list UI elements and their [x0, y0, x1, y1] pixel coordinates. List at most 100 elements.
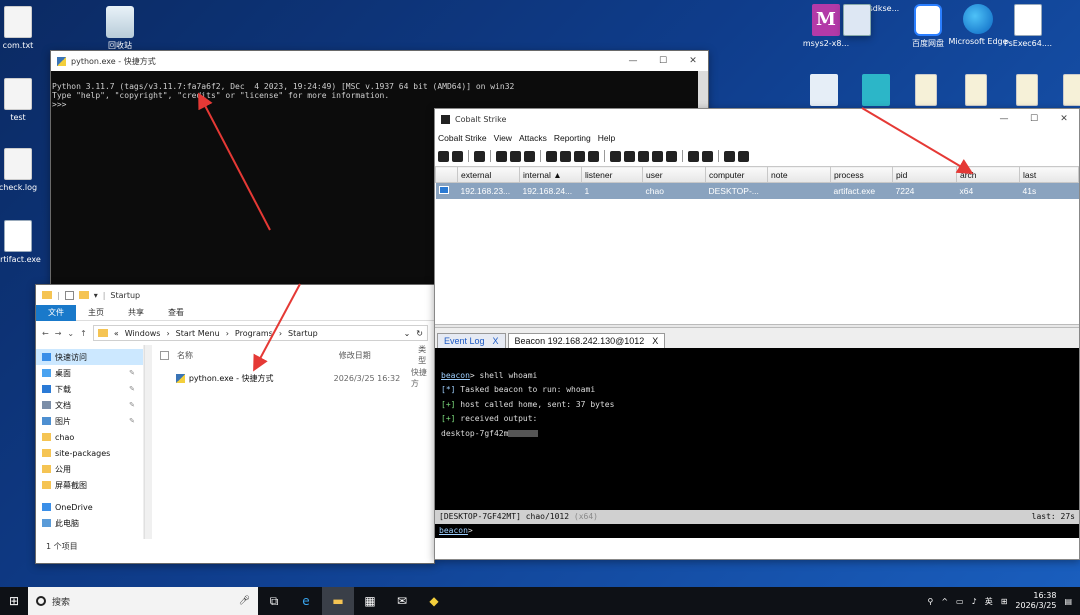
- breadcrumb-programs[interactable]: Programs: [235, 329, 273, 338]
- navigation-pane[interactable]: 快速访问 桌面 ✎ 下载 ✎ 文档 ✎ 图片 ✎ chao site-packages 公用 屏幕截图 O…: [36, 345, 144, 539]
- nav-item[interactable]: OneDrive: [36, 499, 143, 515]
- column-type[interactable]: 类型: [418, 344, 434, 366]
- battery-icon[interactable]: ▭: [956, 597, 964, 606]
- column-user[interactable]: user: [642, 166, 706, 183]
- nav-item[interactable]: site-packages: [36, 445, 143, 461]
- address-bar[interactable]: « Windows › Start Menu › Programs › Star…: [92, 325, 428, 341]
- target-icon[interactable]: [524, 150, 535, 162]
- chevron-up-icon[interactable]: ^: [941, 597, 948, 606]
- menu-reporting[interactable]: Reporting: [554, 133, 591, 143]
- tab-view[interactable]: 查看: [156, 305, 196, 321]
- nav-item[interactable]: 文档 ✎: [36, 397, 143, 413]
- column-note[interactable]: note: [767, 166, 831, 183]
- people-icon[interactable]: ⚲: [927, 597, 933, 606]
- cs-titlebar[interactable]: Cobalt Strike — ☐ ✕: [435, 109, 1079, 129]
- breadcrumb-startup[interactable]: Startup: [288, 329, 318, 338]
- tab-share[interactable]: 共享: [116, 305, 156, 321]
- nav-item[interactable]: 桌面 ✎: [36, 365, 143, 381]
- menu-cobalt-strike[interactable]: Cobalt Strike: [438, 133, 487, 143]
- session-table-icon[interactable]: [510, 150, 521, 162]
- nav-item[interactable]: 下载 ✎: [36, 381, 143, 397]
- desktop-icon-recycle-bin[interactable]: 回收站: [86, 6, 154, 51]
- edge-taskbar-icon[interactable]: e: [290, 587, 322, 615]
- chevron-down-icon[interactable]: ⌄: [404, 329, 411, 338]
- pivot-graph-icon[interactable]: [496, 150, 507, 162]
- mail-taskbar-icon[interactable]: ✉: [386, 587, 418, 615]
- notification-icon[interactable]: ▤: [1064, 597, 1072, 606]
- refresh-icon[interactable]: ↻: [416, 329, 423, 338]
- file-row[interactable]: python.exe - 快捷方式 2026/3/25 16:32 快捷方: [152, 368, 434, 388]
- pin-icon[interactable]: ✎: [129, 369, 135, 377]
- close-button[interactable]: ✕: [1049, 114, 1079, 124]
- column-process[interactable]: process: [830, 166, 893, 183]
- nav-item[interactable]: 此电脑: [36, 515, 143, 531]
- maximize-button[interactable]: ☐: [648, 56, 678, 66]
- column-computer[interactable]: computer: [705, 166, 768, 183]
- column-listener[interactable]: listener: [581, 166, 643, 183]
- close-tab-button[interactable]: X: [493, 336, 499, 346]
- beacon-input[interactable]: beacon>: [435, 524, 1079, 538]
- nav-item[interactable]: 图片 ✎: [36, 413, 143, 429]
- cobalt-strike-window[interactable]: Cobalt Strike — ☐ ✕ Cobalt Strike View A…: [434, 108, 1080, 560]
- desktop-icon-com-txt[interactable]: com.txt: [0, 6, 52, 51]
- nav-item[interactable]: 公用: [36, 461, 143, 477]
- add-icon[interactable]: [438, 150, 449, 162]
- credentials-icon[interactable]: [546, 150, 557, 162]
- file-explorer-taskbar-icon[interactable]: ▬: [322, 587, 354, 615]
- beacon-row[interactable]: 192.168.23... 192.168.24... 1 chao DESKT…: [435, 182, 1079, 199]
- pin-icon[interactable]: ✎: [129, 417, 135, 425]
- screenshot-icon[interactable]: [588, 150, 599, 162]
- close-tab-button[interactable]: X: [652, 336, 658, 346]
- key-icon[interactable]: [574, 150, 585, 162]
- beacon-table-area[interactable]: external internal ▲ listener user comput…: [435, 166, 1079, 324]
- column-last[interactable]: last: [1019, 166, 1079, 183]
- column-external[interactable]: external: [457, 166, 520, 183]
- column-name[interactable]: 名称: [177, 350, 339, 361]
- select-all-checkbox[interactable]: [160, 350, 169, 360]
- minimize-button[interactable]: —: [618, 56, 648, 66]
- beacon-console[interactable]: beacon> shell whoami [*] Tasked beacon to…: [435, 348, 1079, 510]
- cube-icon[interactable]: [738, 150, 749, 162]
- tab-home[interactable]: 主页: [76, 305, 116, 321]
- ime-grid-icon[interactable]: ⊞: [1001, 597, 1008, 606]
- column-internal[interactable]: internal ▲: [519, 166, 582, 183]
- chevron-down-icon[interactable]: ⌄: [67, 329, 74, 338]
- chevron-down-icon[interactable]: ▾: [94, 291, 98, 300]
- maximize-button[interactable]: ☐: [1019, 114, 1049, 124]
- ime-indicator[interactable]: 英: [985, 596, 993, 607]
- microphone-icon[interactable]: 🎤︎: [239, 596, 250, 606]
- minimize-button[interactable]: —: [989, 114, 1019, 124]
- python-titlebar[interactable]: python.exe - 快捷方式 — ☐ ✕: [51, 51, 708, 71]
- nav-item[interactable]: chao: [36, 429, 143, 445]
- book-icon[interactable]: [724, 150, 735, 162]
- gear-icon[interactable]: [610, 150, 621, 162]
- coffee-icon[interactable]: [638, 150, 649, 162]
- script-icon[interactable]: [652, 150, 663, 162]
- desktop-icon-psexec[interactable]: PsExec64....: [994, 4, 1062, 49]
- link-icon[interactable]: [688, 150, 699, 162]
- tab-file[interactable]: 文件: [36, 304, 76, 321]
- start-button[interactable]: ⊞: [0, 594, 28, 608]
- column-pid[interactable]: pid: [892, 166, 957, 183]
- nav-item[interactable]: 屏幕截图: [36, 477, 143, 493]
- remove-icon[interactable]: [452, 150, 463, 162]
- download-icon[interactable]: [560, 150, 571, 162]
- python-taskbar-icon[interactable]: ◆: [418, 587, 450, 615]
- file-list[interactable]: 名称 修改日期 类型 python.exe - 快捷方式 2026/3/25 1…: [152, 345, 434, 539]
- cloud-icon[interactable]: [702, 150, 713, 162]
- breadcrumb-overflow[interactable]: «: [114, 329, 119, 338]
- nav-item[interactable]: 快速访问: [36, 349, 143, 365]
- tab-event-log[interactable]: Event Log X: [437, 333, 506, 348]
- headphones-icon[interactable]: [474, 150, 485, 162]
- menu-attacks[interactable]: Attacks: [519, 133, 547, 143]
- document-icon[interactable]: [666, 150, 677, 162]
- menu-view[interactable]: View: [494, 133, 512, 143]
- desktop-icon-test[interactable]: test: [0, 78, 52, 123]
- close-button[interactable]: ✕: [678, 56, 708, 66]
- taskbar-search[interactable]: 搜索 🎤︎: [28, 587, 258, 615]
- properties-icon[interactable]: [64, 290, 74, 300]
- breadcrumb-windows[interactable]: Windows: [125, 329, 161, 338]
- up-icon[interactable]: ↑: [80, 329, 87, 338]
- desktop-icon-artifact-exe[interactable]: artifact.exe: [0, 220, 52, 265]
- menu-help[interactable]: Help: [598, 133, 615, 143]
